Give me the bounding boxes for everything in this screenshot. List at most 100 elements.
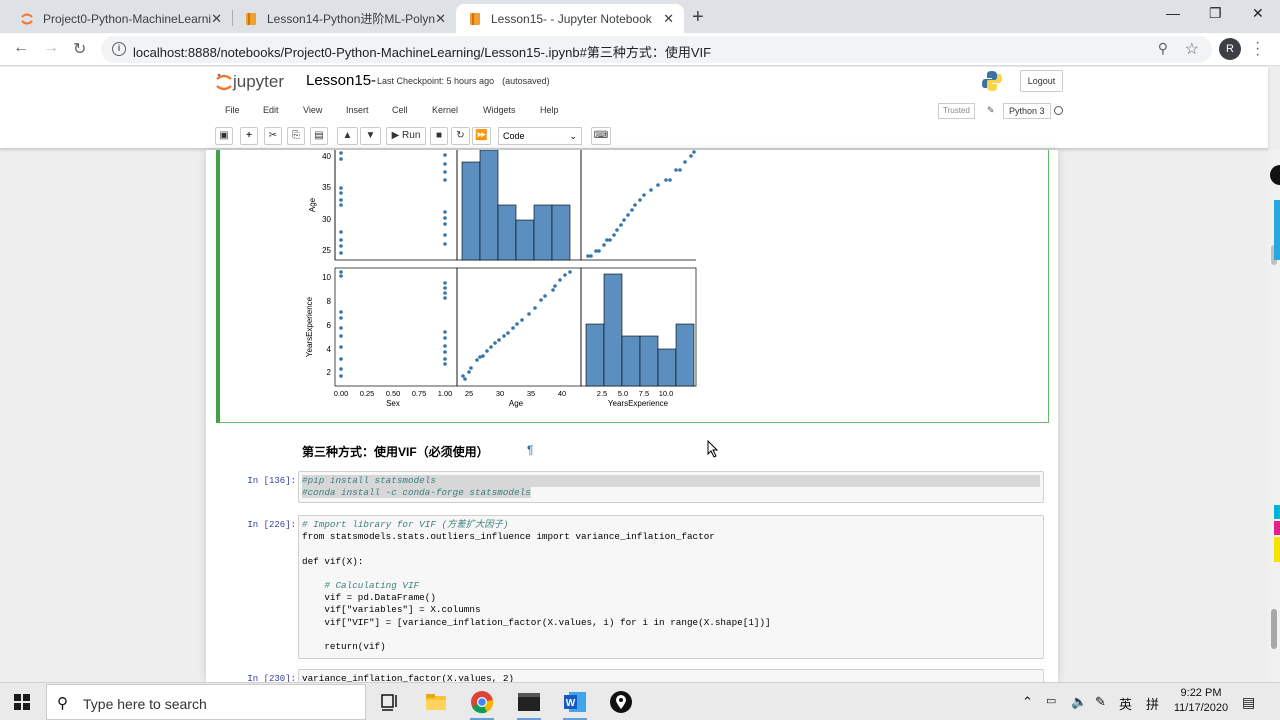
jupyter-logo[interactable]: jupyter <box>215 71 284 93</box>
menu-insert[interactable]: Insert <box>346 105 369 115</box>
windows-taskbar: ⚲ Type here to search W ⌃ ▭ 🔈 ✎ 英 拼 9:22… <box>0 682 1280 720</box>
close-tab-icon[interactable]: ✕ <box>663 11 674 27</box>
menu-kernel[interactable]: Kernel <box>432 105 458 115</box>
zoom-icon[interactable]: ⚲ <box>1158 40 1168 57</box>
chrome-icon[interactable] <box>470 690 494 714</box>
edit-pencil-icon[interactable]: ✎ <box>987 105 995 116</box>
windows-start-icon[interactable] <box>14 694 30 710</box>
insert-cell-icon[interactable]: + <box>240 127 258 145</box>
cell-type-select[interactable]: Code ⌄ <box>498 127 582 145</box>
y-tick-label: 6 <box>327 321 332 330</box>
menu-cell[interactable]: Cell <box>392 105 408 115</box>
ime-mode[interactable]: 拼 <box>1146 694 1159 713</box>
close-tab-icon[interactable]: ✕ <box>211 11 222 27</box>
code-cell-input[interactable]: #pip install statsmodels #conda install … <box>298 471 1044 503</box>
x-tick-label: 1.00 <box>438 389 453 398</box>
profile-avatar[interactable]: R <box>1219 38 1241 60</box>
scrollbar-thumb[interactable] <box>1271 609 1277 649</box>
y-tick-label: 10 <box>322 273 331 282</box>
notebook-name[interactable]: Lesson15- <box>306 72 376 89</box>
logout-button[interactable]: Logout <box>1020 70 1063 92</box>
code-line: # Calculating VIF <box>302 579 420 591</box>
move-up-icon[interactable]: ▲ <box>337 127 358 145</box>
taskbar-search[interactable]: ⚲ Type here to search <box>46 684 366 720</box>
tab-lesson15[interactable]: Lesson15- - Jupyter Notebook ✕ <box>456 4 684 33</box>
x-tick-label: 40 <box>558 389 566 398</box>
scatter-yrs-age <box>586 150 696 258</box>
close-tab-icon[interactable]: ✕ <box>435 11 446 27</box>
x-tick-label: 0.50 <box>386 389 401 398</box>
copy-icon[interactable]: ⎘ <box>287 127 305 145</box>
forward-arrow-icon[interactable]: → <box>43 39 59 57</box>
checkpoint-status: Last Checkpoint: 5 hours ago (autosaved) <box>377 76 550 86</box>
code-cell-input[interactable]: # Import library for VIF (方差扩大因子) from s… <box>298 515 1044 659</box>
tab-lesson14[interactable]: Lesson14-Python进阶ML-Polync ✕ <box>232 4 456 33</box>
cell-prompt: In [230]: <box>247 674 296 682</box>
trusted-badge[interactable]: Trusted <box>938 103 975 119</box>
move-down-icon[interactable]: ▼ <box>360 127 381 145</box>
code-line: from statsmodels.stats.outliers_influenc… <box>302 531 715 543</box>
menu-edit[interactable]: Edit <box>263 105 279 115</box>
restart-run-all-icon[interactable]: ⏩ <box>472 127 491 145</box>
code-line: vif = pd.DataFrame() <box>302 592 436 604</box>
tab-project0[interactable]: Project0-Python-MachineLearnin ✕ <box>8 4 232 33</box>
y-tick-label: 30 <box>322 215 331 224</box>
tab-title: Lesson15- - Jupyter Notebook <box>491 11 652 26</box>
task-view-icon[interactable] <box>378 690 402 714</box>
terminal-icon[interactable] <box>517 690 541 714</box>
menu-widgets[interactable]: Widgets <box>483 105 516 115</box>
cut-icon[interactable]: ✂ <box>264 127 282 145</box>
address-bar[interactable]: i localhost:8888/notebooks/Project0-Pyth… <box>101 36 1212 63</box>
search-placeholder: Type here to search <box>83 696 207 712</box>
jupyter-favicon-icon <box>21 13 33 24</box>
browser-tab-strip: Project0-Python-MachineLearnin ✕ Lesson1… <box>0 0 1280 33</box>
minimize-icon[interactable]: — <box>1166 5 1180 21</box>
code-line: variance_inflation_factor(X.values, 2) <box>302 673 515 682</box>
cell-prompt: In [226]: <box>247 520 296 530</box>
volume-icon[interactable]: 🔈 <box>1071 694 1087 710</box>
file-explorer-icon[interactable] <box>424 690 448 714</box>
cell-prompt: In [136]: <box>247 476 296 486</box>
extension-sidebar <box>1270 165 1280 562</box>
back-arrow-icon[interactable]: ← <box>13 39 29 57</box>
kernel-name[interactable]: Python 3 <box>1003 103 1051 119</box>
restart-icon[interactable]: ↻ <box>451 127 470 145</box>
url-text[interactable]: localhost:8888/notebooks/Project0-Python… <box>133 42 711 61</box>
menu-view[interactable]: View <box>303 105 322 115</box>
word-icon[interactable]: W <box>563 690 587 714</box>
browser-menu-icon[interactable]: · · · <box>1255 35 1263 63</box>
menu-file[interactable]: File <box>225 105 240 115</box>
chevron-up-icon[interactable]: ⌃ <box>1022 694 1033 710</box>
clock-date: 11/17/2020 <box>1173 702 1229 714</box>
site-info-icon[interactable]: i <box>112 42 126 56</box>
notification-icon[interactable]: ▤ <box>1242 694 1255 711</box>
svg-text:W: W <box>566 698 576 709</box>
pairplot-figure: Age YearsExperience 40 35 30 25 10 8 6 4… <box>305 150 697 408</box>
x-tick-label: 25 <box>465 389 473 398</box>
maximize-icon[interactable]: ❐ <box>1209 5 1222 22</box>
save-icon[interactable]: ▣ <box>215 127 233 145</box>
code-cell-input[interactable]: variance_inflation_factor(X.values, 2) <box>298 669 1044 682</box>
code-line: # Import library for VIF (方差扩大因子) <box>302 519 509 530</box>
anchor-link-icon[interactable]: ¶ <box>527 443 533 457</box>
menu-help[interactable]: Help <box>540 105 559 115</box>
pen-icon[interactable]: ✎ <box>1095 694 1106 710</box>
new-tab-button[interactable]: + <box>692 6 704 29</box>
x-tick-label: 0.75 <box>412 389 427 398</box>
command-palette-icon[interactable]: ⌨ <box>591 127 611 145</box>
pin-app-icon[interactable] <box>609 690 633 714</box>
system-clock[interactable]: 9:22 PM 11/17/2020 <box>1168 686 1234 716</box>
run-button[interactable]: ▶ Run <box>386 127 426 145</box>
reload-icon[interactable]: ↻ <box>73 39 86 59</box>
close-window-icon[interactable]: ✕ <box>1252 5 1264 22</box>
paste-icon[interactable]: ▤ <box>310 127 328 145</box>
ime-language[interactable]: 英 <box>1119 694 1132 713</box>
interrupt-icon[interactable]: ■ <box>430 127 448 145</box>
x-tick-label: 35 <box>527 389 535 398</box>
battery-icon[interactable]: ▭ <box>1046 694 1056 707</box>
bookmark-star-icon[interactable]: ☆ <box>1185 39 1199 59</box>
jupyter-header: jupyter Lesson15- Last Checkpoint: 5 hou… <box>0 67 1268 149</box>
y-tick-label: 4 <box>327 345 332 354</box>
